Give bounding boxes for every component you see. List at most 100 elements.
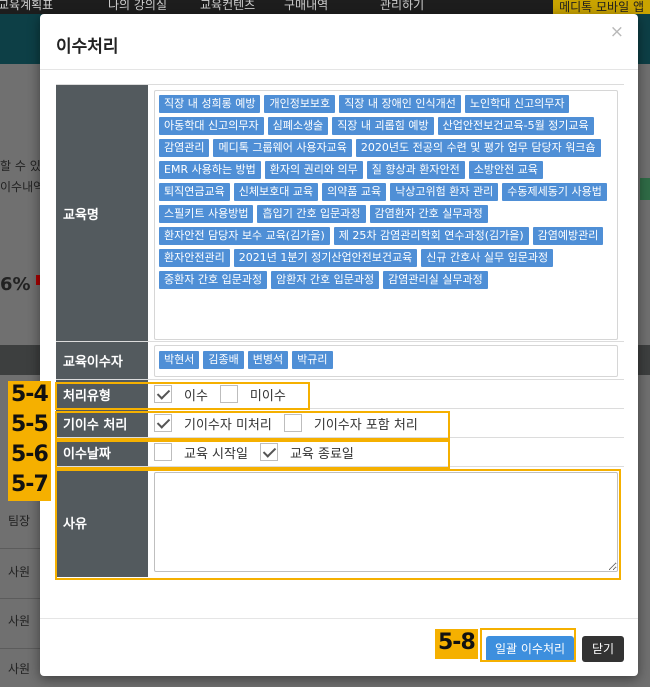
course-tag-list: 직장 내 성희롱 예방 개인정보보호 직장 내 장애인 인식개선 노인학대 신고의무자… [154,90,618,340]
course-tag: 수동제세동기 사용법 [502,183,607,201]
course-tag: 중환자 간호 입문과정 [159,271,268,289]
annotation-label: 5-7 [8,471,51,501]
date-label: 이수날짜 [56,438,148,466]
completers-label: 교육이수자 [56,342,148,379]
bg-text: 사원 [8,614,31,628]
existing-checkbox[interactable] [283,414,302,432]
type-checkbox[interactable] [219,385,238,403]
course-tag: 감염관리실 실무과정 [383,271,488,289]
date-checkbox[interactable] [154,443,172,461]
type-options: 이수 미이수 [148,380,624,408]
course-tag: 심폐소생술 [267,117,329,135]
bg-mobile-app-banner: 메디톡 모바일 앱 [553,0,650,14]
course-tag: 감염예방관리 [532,227,604,245]
course-tag: 낙상고위험 환자 관리 [390,183,499,201]
bg-nav-item: 교육계획표 [0,0,54,12]
date-options: 교육 시작일 교육 종료일 [148,438,624,466]
completer-tag: 변병석 [247,350,289,369]
course-tag: 감염관리 [159,139,210,157]
annotation-label: 5-8 [435,629,478,659]
type-option-0[interactable]: 이수 [154,385,208,404]
bg-nav-item: 교육컨텐츠 [200,0,256,12]
type-row: 처리유형 이수 미이수 [56,380,624,409]
completion-modal: 이수처리 × 교육명 직장 내 성희롱 예방 개인정보보호 직장 내 장애인 인식개… [40,14,638,676]
completion-form: 교육명 직장 내 성희롱 예방 개인정보보호 직장 내 장애인 인식개선 노인학대 신… [56,84,624,577]
bg-divider [0,648,40,649]
date-checkbox[interactable] [259,443,278,461]
course-tag: 환자안전 담당자 보수 교육(김가을) [159,227,330,245]
bg-nav-item: 구매내역 [284,0,329,12]
existing-option-label: 기이수자 포함 처리 [313,417,418,433]
course-tag: 질 향상과 환자안전 [366,161,465,179]
bg-divider [0,598,40,599]
bg-text: 6% [0,274,31,295]
annotation-label: 5-6 [8,441,51,471]
bg-divider [0,548,40,549]
course-tag: 아동학대 신고의무자 [159,117,264,135]
course-tag: 2021년 1분기 정기산업안전보건교육 [233,249,418,267]
annotation-label: 5-5 [8,411,51,441]
course-tag: 직장 내 성희롱 예방 [159,95,261,113]
reason-row: 사유 [56,467,624,577]
bg-green-button [640,178,650,200]
course-row: 교육명 직장 내 성희롱 예방 개인정보보호 직장 내 장애인 인식개선 노인학대 신… [56,84,624,342]
course-tag: 흡입기 간호 입문과정 [257,205,366,223]
course-tag: 스필키트 사용방법 [159,205,254,223]
reason-label: 사유 [56,467,148,577]
annotation-label: 5-4 [8,381,51,411]
date-option-label: 교육 시작일 [184,446,248,462]
course-tag: 신체보호대 교육 [233,183,319,201]
course-tag: 환자의 권리와 의무 [264,161,363,179]
modal-footer: 일괄 이수처리 닫기 [40,618,638,676]
existing-option-label: 기이수자 미처리 [184,417,272,433]
close-button[interactable]: 닫기 [582,636,624,662]
existing-option-0[interactable]: 기이수자 미처리 [154,414,272,433]
modal-header: 이수처리 × [40,14,638,70]
existing-options: 기이수자 미처리 기이수자 포함 처리 [148,409,624,437]
course-tag: 소방안전 교육 [468,161,543,179]
course-tag: 직장 내 장애인 인식개선 [339,95,461,113]
completer-tag: 박현서 [159,350,200,369]
type-checkbox[interactable] [154,385,172,403]
course-tag: 감염환자 간호 실무과정 [369,205,488,223]
date-option-0[interactable]: 교육 시작일 [154,443,248,462]
course-label: 교육명 [56,85,148,341]
completer-tag-list: 박현서 김종배 변병석 박규리 [154,344,618,377]
modal-title: 이수처리 [56,37,119,57]
course-tag: 신규 간호사 실무 입문과정 [421,249,554,267]
course-tag: 암환자 간호 입문과정 [271,271,380,289]
course-tag: 2020년도 전공의 수련 및 평가 업무 담당자 워크숍 [355,139,601,157]
bulk-complete-button[interactable]: 일괄 이수처리 [486,636,574,662]
completer-tag: 박규리 [292,350,333,369]
completers-row: 교육이수자 박현서 김종배 변병석 박규리 [56,342,624,380]
bg-text: 사원 [8,662,31,676]
existing-label: 기이수 처리 [56,409,148,437]
course-tag: 직장 내 괴롭힘 예방 [332,117,434,135]
bg-text: 사원 [8,565,31,579]
date-option-1[interactable]: 교육 종료일 [259,443,354,462]
course-tag: 노인학대 신고의무자 [464,95,570,113]
course-tag: 제 25차 감염관리학회 연수과정(김가을) [333,227,529,245]
bg-text: 할 수 있 [0,159,41,173]
course-tag: 메디톡 그룹웨어 사용자교육 [213,139,352,157]
existing-checkbox[interactable] [154,414,172,432]
close-icon[interactable]: × [610,22,624,42]
reason-textarea[interactable] [154,472,618,572]
bg-text: 팀장 [8,514,31,528]
type-option-1[interactable]: 미이수 [219,385,286,404]
bg-nav-item: 나의 강의실 [108,0,168,12]
existing-option-1[interactable]: 기이수자 포함 처리 [283,414,418,433]
course-tag: 의약품 교육 [322,183,387,201]
existing-row: 기이수 처리 기이수자 미처리 기이수자 포함 처리 [56,409,624,438]
course-tag: EMR 사용하는 방법 [159,161,261,179]
type-option-label: 미이수 [249,388,286,404]
course-tag: 환자안전관리 [159,249,230,267]
date-row: 이수날짜 교육 시작일 교육 종료일 [56,438,624,467]
bg-text: 이수내역 [0,180,45,194]
type-option-label: 이수 [184,388,208,404]
course-tag: 개인정보보호 [264,95,336,113]
date-option-label: 교육 종료일 [289,446,354,462]
bg-nav-item: 관리하기 [380,0,425,12]
type-label: 처리유형 [56,380,148,408]
completer-tag: 김종배 [203,350,244,369]
